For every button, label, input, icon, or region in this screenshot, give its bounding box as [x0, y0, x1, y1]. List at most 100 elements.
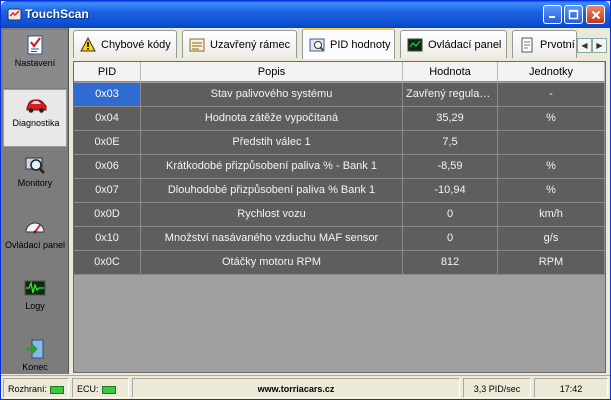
car-icon	[26, 99, 47, 113]
cell-desc: Množství nasávaného vzduchu MAF sensor	[141, 227, 403, 250]
cell-pid: 0x04	[74, 107, 141, 130]
column-header-jednotky[interactable]: Jednotky	[498, 62, 605, 82]
cell-pid: 0x0C	[74, 251, 141, 274]
cell-pid: 0x10	[74, 227, 141, 250]
warning-icon	[80, 36, 96, 51]
cell-value: 812	[403, 251, 498, 274]
tab-label: Prvotní	[540, 38, 575, 51]
cell-unit: %	[498, 107, 605, 130]
document-icon	[521, 37, 533, 52]
app-window: TouchScan Nastavení Diagnostika Monitory…	[0, 0, 611, 400]
tab-chybove-kody[interactable]: Chybové kódy	[73, 30, 177, 58]
tab-label: PID hodnoty	[330, 38, 391, 51]
cell-value: -8,59	[403, 155, 498, 178]
frame-icon	[189, 38, 205, 51]
cell-unit: g/s	[498, 227, 605, 250]
ecu-status: ECU:	[72, 378, 129, 398]
tab-label: Ovládací panel	[428, 38, 502, 51]
table-row[interactable]: 0x03 Stav palivového systému Zavřený reg…	[74, 83, 605, 107]
cell-unit: %	[498, 155, 605, 178]
close-icon	[591, 10, 600, 19]
ecu-label: ECU:	[77, 384, 99, 394]
status-bar: Rozhraní: ECU: www.torriacars.cz 3,3 PID…	[1, 375, 610, 399]
table-row[interactable]: 0x06 Krátkodobé přizpůsobení paliva % - …	[74, 155, 605, 179]
table-row[interactable]: 0x07 Dlouhodobé přizpůsobení paliva % Ba…	[74, 179, 605, 203]
cell-unit	[498, 131, 605, 154]
sidebar-item-diagnostika[interactable]: Diagnostika	[3, 89, 67, 147]
sidebar-item-nastaveni[interactable]: Nastavení	[3, 30, 67, 88]
cell-value: 0	[403, 203, 498, 226]
cell-unit: -	[498, 83, 605, 106]
pid-rate: 3,3 PID/sec	[463, 378, 531, 398]
tab-pid-hodnoty[interactable]: PID hodnoty	[302, 28, 395, 59]
checklist-icon	[27, 35, 43, 55]
cell-pid: 0x03	[74, 83, 141, 106]
maximize-button[interactable]	[564, 5, 583, 24]
cell-pid: 0x0D	[74, 203, 141, 226]
minimize-button[interactable]	[543, 5, 562, 24]
cell-desc: Krátkodobé přizpůsobení paliva % - Bank …	[141, 155, 403, 178]
tab-scroll-right-button[interactable]: ▶	[592, 38, 607, 53]
cell-pid: 0x07	[74, 179, 141, 202]
cell-desc: Předstih válec 1	[141, 131, 403, 154]
website-link[interactable]: www.torriacars.cz	[132, 378, 460, 398]
sidebar-item-label: Logy	[25, 301, 45, 311]
cell-value: 0	[403, 227, 498, 250]
sidebar-item-label: Ovládací panel	[4, 240, 66, 250]
tab-uzavreny-ramec[interactable]: Uzavřený rámec	[182, 30, 297, 58]
cell-value: 7,5	[403, 131, 498, 154]
cell-value: Zavřený regulač...	[403, 83, 498, 106]
ecu-led-icon	[101, 385, 116, 394]
cell-pid: 0x0E	[74, 131, 141, 154]
tab-scroll-left-button[interactable]: ◀	[577, 38, 592, 53]
close-button[interactable]	[586, 5, 605, 24]
sidebar-item-monitory[interactable]: Monitory	[3, 150, 67, 208]
column-header-pid[interactable]: PID	[74, 62, 141, 82]
table-row[interactable]: 0x10 Množství nasávaného vzduchu MAF sen…	[74, 227, 605, 251]
pid-icon	[309, 38, 325, 51]
sidebar: Nastavení Diagnostika Monitory Ovládací …	[1, 28, 69, 374]
sidebar-item-konec[interactable]: Konec	[3, 334, 67, 374]
gauge-icon	[25, 222, 45, 234]
cell-value: -10,94	[403, 179, 498, 202]
sidebar-item-logy[interactable]: Logy	[3, 273, 67, 331]
clock: 17:42	[534, 378, 608, 398]
sidebar-item-label: Diagnostika	[12, 118, 60, 128]
arrow-left-icon: ◀	[581, 41, 588, 50]
app-icon	[7, 8, 22, 21]
cell-desc: Hodnota zátěže vypočítaná	[141, 107, 403, 130]
table-row[interactable]: 0x0E Předstih válec 1 7,5	[74, 131, 605, 155]
waveform-icon	[24, 280, 46, 296]
sidebar-item-label: Monitory	[17, 178, 53, 188]
column-header-popis[interactable]: Popis	[141, 62, 403, 82]
interface-status: Rozhraní:	[3, 378, 69, 398]
column-header-hodnota[interactable]: Hodnota	[403, 62, 498, 82]
cell-unit: RPM	[498, 251, 605, 274]
minimize-icon	[549, 16, 555, 18]
window-title: TouchScan	[25, 7, 89, 21]
arrow-right-icon: ▶	[596, 41, 603, 50]
pid-table: PID Popis Hodnota Jednotky 0x03 Stav pal…	[73, 61, 606, 373]
table-header: PID Popis Hodnota Jednotky	[74, 62, 605, 82]
cell-desc: Dlouhodobé přizpůsobení paliva % Bank 1	[141, 179, 403, 202]
title-bar[interactable]: TouchScan	[1, 1, 610, 28]
table-row[interactable]: 0x0D Rychlost vozu 0 km/h	[74, 203, 605, 227]
cell-pid: 0x06	[74, 155, 141, 178]
magnifier-icon	[25, 157, 45, 174]
table-row[interactable]: 0x0C Otáčky motoru RPM 812 RPM	[74, 251, 605, 275]
sidebar-item-label: Konec	[22, 362, 48, 372]
tab-prvotni[interactable]: Prvotní	[512, 30, 577, 58]
sidebar-item-ovladaci-panel[interactable]: Ovládací panel	[3, 212, 67, 270]
interface-led-icon	[50, 385, 65, 394]
tab-bar: Chybové kódy Uzavřený rámec PID hodnoty …	[69, 28, 610, 60]
interface-label: Rozhraní:	[8, 384, 48, 394]
tab-label: Chybové kódy	[101, 38, 171, 51]
tab-ovladaci-panel[interactable]: Ovládací panel	[400, 30, 507, 58]
cell-value: 35,29	[403, 107, 498, 130]
cell-desc: Stav palivového systému	[141, 83, 403, 106]
tab-label: Uzavřený rámec	[210, 38, 291, 51]
cell-desc: Otáčky motoru RPM	[141, 251, 403, 274]
table-row[interactable]: 0x04 Hodnota zátěže vypočítaná 35,29 %	[74, 107, 605, 131]
panel-icon	[407, 38, 423, 51]
cell-desc: Rychlost vozu	[141, 203, 403, 226]
